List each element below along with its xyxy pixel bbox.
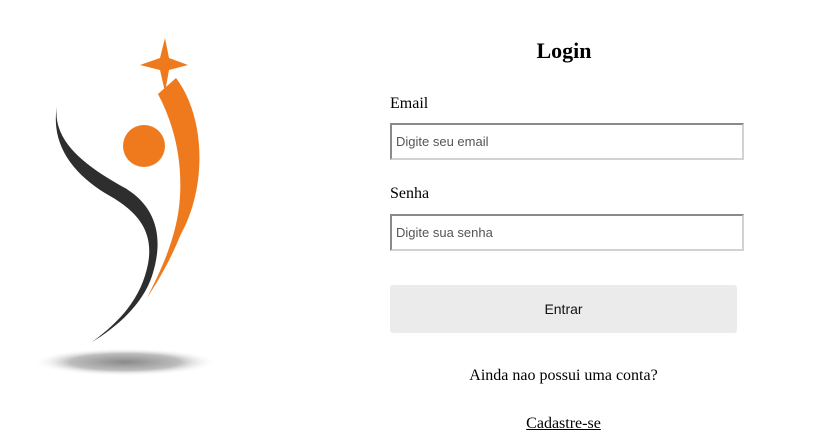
logo-star xyxy=(140,38,188,92)
logo-head xyxy=(123,125,165,167)
login-title: Login xyxy=(536,38,592,63)
password-input[interactable] xyxy=(390,214,744,251)
signup-link[interactable]: Cadastre-se xyxy=(526,415,601,432)
no-account-text: Ainda nao possui uma conta? xyxy=(469,367,658,384)
person-reaching-star-logo-icon xyxy=(33,38,217,376)
signup-link-container: Cadastre-se xyxy=(390,415,737,433)
login-page: Login Email Senha Entrar Ainda nao possu… xyxy=(0,0,825,443)
password-label: Senha xyxy=(390,185,430,202)
email-input[interactable] xyxy=(390,123,744,160)
login-button[interactable]: Entrar xyxy=(390,285,737,333)
logo-shadow xyxy=(33,348,217,376)
email-label: Email xyxy=(390,95,429,112)
